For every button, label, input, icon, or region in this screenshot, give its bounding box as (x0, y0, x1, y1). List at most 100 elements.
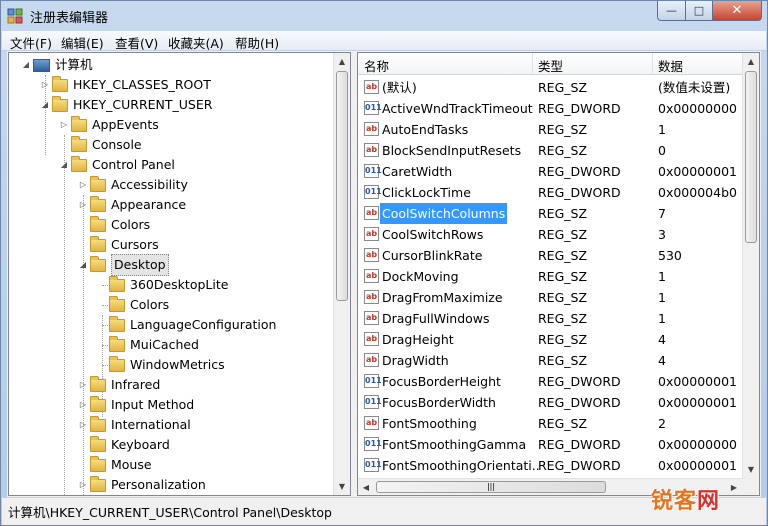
value-data: 1 (658, 269, 666, 284)
value-row[interactable]: 011FocusBorderWidth REG_DWORD 0x00000001 (… (358, 392, 743, 413)
menu-edit[interactable]: 编辑(E) (61, 33, 104, 52)
column-name-header[interactable]: 名称 (364, 56, 389, 75)
string-value-icon: ab (364, 80, 379, 94)
string-value-icon: ab (364, 227, 379, 241)
collapse-arrow-icon[interactable]: ◢ (59, 155, 69, 175)
tree-item[interactable]: ◢ Control Panel (59, 155, 175, 175)
menu-help[interactable]: 帮助(H) (235, 33, 279, 52)
expand-arrow-icon[interactable]: ▷ (40, 75, 50, 95)
expand-arrow-icon[interactable]: ▷ (78, 195, 88, 215)
tree-item[interactable]: MuiCached (97, 335, 199, 355)
tree-item-label: International (111, 417, 191, 432)
tree-item-label: Accessibility (111, 177, 188, 192)
tree-item[interactable]: 360DesktopLite (97, 275, 228, 295)
value-row[interactable]: ab BlockSendInputResets REG_SZ 0 (358, 140, 743, 161)
value-name: CaretWidth (382, 164, 453, 179)
value-row[interactable]: ab DragHeight REG_SZ 4 (358, 329, 743, 350)
value-row[interactable]: 011 FontSmoothingOrientati... REG_DWORD 0x0… (358, 455, 743, 476)
list-scroll-right-button[interactable]: ▶ (726, 479, 742, 495)
value-row[interactable]: ab (默认) REG_SZ (数值未设置) (358, 77, 743, 98)
values-list-pane[interactable]: 名称 类型 数据 ab (默认) REG_SZ (数值未设置) 011 ActiveWnd… (357, 52, 760, 496)
list-vertical-scrollbar[interactable]: ▲ ▼ (742, 53, 759, 495)
tree-item[interactable]: Colors (78, 215, 150, 235)
tree-item[interactable]: ▷ Input Method (78, 395, 194, 415)
tree-item[interactable]: LanguageConfiguration (97, 315, 276, 335)
tree-scroll-up-button[interactable]: ▲ (334, 53, 350, 70)
folder-icon (52, 75, 68, 92)
list-scroll-down-button[interactable]: ▼ (743, 461, 759, 478)
tree-item[interactable]: ◢ Desktop (78, 254, 169, 276)
tree-item[interactable]: ▷ International (78, 415, 191, 435)
tree-item[interactable]: ▷ Infrared (78, 375, 160, 395)
value-row[interactable]: 011 ActiveWndTrackTimeout REG_DWORD 0x00000… (358, 98, 743, 119)
computer-icon (33, 58, 50, 72)
value-type: REG_DWORD (538, 374, 621, 389)
tree-item[interactable]: ▷ Personalization (78, 475, 206, 495)
tree-item-label: Console (92, 137, 142, 152)
tree-item[interactable]: ▷ Accessibility (78, 175, 188, 195)
value-row[interactable]: 011CaretWidth REG_DWORD 0x00000001 (1) (358, 161, 743, 182)
tree-item[interactable]: ▷ AppEvents (59, 115, 159, 135)
column-data-header[interactable]: 数据 (658, 56, 683, 75)
tree-item-label: AppEvents (92, 117, 159, 132)
tree-item[interactable]: Colors (97, 295, 169, 315)
string-value-icon: ab (364, 206, 379, 220)
expand-arrow-icon[interactable]: ▷ (78, 415, 88, 435)
value-row[interactable]: ab DragWidth REG_SZ 4 (358, 350, 743, 371)
collapse-arrow-icon[interactable]: ◢ (78, 255, 88, 275)
expand-arrow-icon[interactable]: ▷ (78, 175, 88, 195)
value-row[interactable]: ab FontSmoothing REG_SZ 2 (358, 413, 743, 434)
value-row[interactable]: 011 FontSmoothingGamma REG_DWORD 0x00000000… (358, 434, 743, 455)
tree-scroll-thumb[interactable] (336, 71, 348, 301)
value-name: FocusBorderWidth (382, 395, 496, 410)
column-divider[interactable] (532, 53, 533, 75)
value-row[interactable]: ab CoolSwitchRows REG_SZ 3 (358, 224, 743, 245)
expand-arrow-icon[interactable]: ▷ (78, 395, 88, 415)
collapse-arrow-icon[interactable]: ◢ (21, 55, 31, 75)
maximize-button[interactable]: □ (685, 1, 713, 21)
tree-item[interactable]: WindowMetrics (97, 355, 225, 375)
value-data: 0 (658, 143, 666, 158)
close-button[interactable]: ✕ (712, 1, 762, 21)
value-type: REG_SZ (538, 353, 588, 368)
value-row[interactable]: ab DockMoving REG_SZ 1 (358, 266, 743, 287)
tree-item[interactable]: Cursors (78, 235, 159, 255)
menu-file[interactable]: 文件(F) (10, 33, 52, 52)
expand-arrow-icon[interactable]: ▷ (78, 475, 88, 495)
list-scroll-left-button[interactable]: ◀ (358, 479, 374, 495)
tree-item[interactable]: Mouse (78, 455, 152, 475)
value-name: DragWidth (382, 353, 449, 368)
list-scroll-thumb[interactable] (745, 71, 757, 243)
tree-item[interactable]: Console (59, 135, 142, 155)
folder-icon (109, 335, 125, 352)
value-row[interactable]: 011ClickLockTime REG_DWORD 0x000004b0 (120… (358, 182, 743, 203)
list-hscroll-thumb[interactable]: ||| (376, 481, 606, 493)
expand-arrow-icon[interactable]: ▷ (59, 115, 69, 135)
column-divider[interactable] (652, 53, 653, 75)
tree-item[interactable]: ◢ 计算机 (21, 55, 93, 75)
minimize-icon: — (666, 4, 677, 17)
title-bar[interactable]: 注册表编辑器 — □ ✕ (1, 1, 767, 31)
tree-item[interactable]: Keyboard (78, 435, 170, 455)
tree-scroll-down-button[interactable]: ▼ (334, 478, 350, 495)
key-tree-pane[interactable]: ◢ 计算机 ▷ HKEY_CLASSES_ROOT ◢ HKEY_CURRENT_USER… (8, 52, 351, 496)
value-row[interactable]: ab CoolSwitchColumns REG_SZ 7 (358, 203, 743, 224)
minimize-button[interactable]: — (657, 1, 686, 21)
tree-item[interactable]: ▷ HKEY_CLASSES_ROOT (40, 75, 211, 95)
dword-value-icon: 011 (364, 437, 382, 451)
expand-arrow-icon[interactable]: ▷ (78, 375, 88, 395)
column-type-header[interactable]: 类型 (538, 56, 563, 75)
value-row[interactable]: ab DragFromMaximize REG_SZ 1 (358, 287, 743, 308)
folder-icon (90, 375, 106, 392)
menu-favorites[interactable]: 收藏夹(A) (168, 33, 224, 52)
value-row[interactable]: ab AutoEndTasks REG_SZ 1 (358, 119, 743, 140)
tree-item[interactable]: ◢ HKEY_CURRENT_USER (40, 95, 212, 115)
value-row[interactable]: ab CursorBlinkRate REG_SZ 530 (358, 245, 743, 266)
collapse-arrow-icon[interactable]: ◢ (40, 95, 50, 115)
tree-vertical-scrollbar[interactable]: ▲ ▼ (333, 53, 350, 495)
menu-view[interactable]: 查看(V) (115, 33, 158, 52)
list-scroll-up-button[interactable]: ▲ (743, 53, 759, 70)
tree-item[interactable]: ▷ Appearance (78, 195, 186, 215)
value-row[interactable]: ab DragFullWindows REG_SZ 1 (358, 308, 743, 329)
value-row[interactable]: 011 FocusBorderHeight REG_DWORD 0x00000001 … (358, 371, 743, 392)
